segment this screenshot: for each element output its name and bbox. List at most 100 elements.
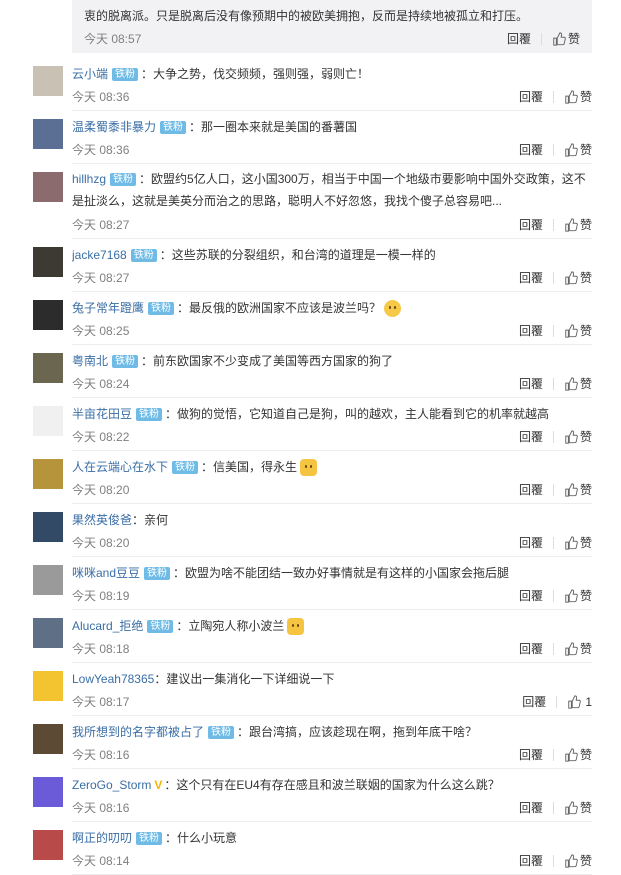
- reply-button[interactable]: 回覆: [519, 799, 543, 816]
- avatar[interactable]: [33, 66, 63, 96]
- reply-button[interactable]: 回覆: [519, 640, 543, 657]
- username-link[interactable]: 啊正的叨叨: [72, 829, 132, 847]
- comment-meta: 今天 08:36 回覆 赞: [72, 141, 592, 158]
- comment-time: 今天 08:16: [72, 748, 130, 762]
- reply-button[interactable]: 回覆: [519, 269, 543, 286]
- username-link[interactable]: jacke7168: [72, 246, 127, 264]
- comment-time: 今天 08:27: [72, 271, 130, 285]
- comment-time: 今天 08:20: [72, 483, 130, 497]
- comment-item: Alucard_拒绝 铁粉 ：立陶宛人称小波兰 今天 08:18 回覆 赞: [0, 610, 621, 663]
- reply-button[interactable]: 回覆: [519, 428, 543, 445]
- avatar[interactable]: [33, 512, 63, 542]
- comment-time: 今天 08:36: [72, 90, 130, 104]
- avatar[interactable]: [33, 247, 63, 277]
- reply-button[interactable]: 回覆: [519, 88, 543, 105]
- username-link[interactable]: 果然英俊爸: [72, 511, 132, 529]
- username-link[interactable]: 温柔蜀黍非暴力: [72, 118, 156, 136]
- reply-button[interactable]: 回覆: [522, 693, 546, 710]
- like-button[interactable]: 赞: [552, 30, 580, 47]
- fan-badge: 铁粉: [144, 566, 171, 580]
- fan-badge: 铁粉: [160, 120, 187, 134]
- comment-meta: 今天 08:18 回覆 赞: [72, 640, 592, 657]
- avatar[interactable]: [33, 565, 63, 595]
- username-link[interactable]: hillhzg: [72, 172, 106, 186]
- like-button[interactable]: 赞: [564, 88, 592, 105]
- comment-actions: 回覆 赞: [519, 375, 592, 392]
- like-button[interactable]: 赞: [564, 534, 592, 551]
- avatar[interactable]: [33, 459, 63, 489]
- avatar[interactable]: [33, 618, 63, 648]
- like-button[interactable]: 1: [567, 695, 592, 709]
- reply-button[interactable]: 回覆: [519, 322, 543, 339]
- comment-content: 半亩花田豆 铁粉 ：做狗的觉悟，它知道自己是狗，叫的越欢，主人能看到它的机率就越高: [72, 405, 592, 423]
- like-button[interactable]: 赞: [564, 587, 592, 604]
- username-link[interactable]: 半亩花田豆: [72, 405, 132, 423]
- comment-content: ZeroGo_Storm V ：这个只有在EU4有存在感且和波兰联姻的国家为什么这么…: [72, 776, 592, 794]
- comment-meta: 今天 08:25 回覆 赞: [72, 322, 592, 339]
- comment-meta: 今天 08:16 回覆 赞: [72, 746, 592, 763]
- avatar[interactable]: [33, 830, 63, 860]
- username-link[interactable]: 我所想到的名字都被占了: [72, 723, 204, 741]
- avatar[interactable]: [33, 724, 63, 754]
- thumbs-up-icon: [553, 31, 566, 46]
- avatar[interactable]: [33, 671, 63, 701]
- divider: [552, 589, 554, 602]
- comment-actions: 回覆 赞: [519, 428, 592, 445]
- comment-item: 粤南北 铁粉 ：前东欧国家不少变成了美国等西方国家的狗了 今天 08:24 回覆 赞: [0, 345, 621, 398]
- reply-button[interactable]: 回覆: [519, 481, 543, 498]
- username-link[interactable]: 兔子常年蹬鹰: [72, 299, 144, 317]
- username-link[interactable]: ZeroGo_Storm: [72, 776, 151, 794]
- comment-meta: 今天 08:36 回覆 赞: [72, 88, 592, 105]
- like-button[interactable]: 赞: [564, 481, 592, 498]
- reply-button[interactable]: 回覆: [519, 216, 543, 233]
- reply-button[interactable]: 回覆: [519, 141, 543, 158]
- comment-meta: 今天 08:27 回覆 赞: [72, 216, 592, 233]
- comment-meta: 今天 08:19 回覆 赞: [72, 587, 592, 604]
- avatar[interactable]: [33, 119, 63, 149]
- like-label: 赞: [579, 589, 592, 603]
- like-button[interactable]: 赞: [564, 141, 592, 158]
- comment-time: 今天 08:25: [72, 324, 130, 338]
- comment-text: ：最反俄的欧洲国家不应该是波兰吗？: [177, 301, 382, 315]
- thumbs-up-icon: [565, 323, 578, 338]
- avatar[interactable]: [33, 300, 63, 330]
- reply-button[interactable]: 回覆: [519, 587, 543, 604]
- divider: [540, 32, 542, 45]
- comment-meta: 今天 08:16 回覆 赞: [72, 799, 592, 816]
- comment-time: 今天 08:18: [72, 642, 130, 656]
- divider: [552, 642, 554, 655]
- comment-text: ：大争之势，伐交频频，强则强，弱则亡！: [141, 67, 370, 81]
- username-link[interactable]: Alucard_拒绝: [72, 617, 143, 635]
- reply-button[interactable]: 回覆: [519, 746, 543, 763]
- reply-button[interactable]: 回覆: [507, 30, 531, 47]
- username-link[interactable]: LowYeah78365: [72, 670, 154, 688]
- username-link[interactable]: 人在云端心在水下: [72, 458, 168, 476]
- comment-text: ：信美国，得永生: [201, 460, 298, 474]
- reply-button[interactable]: 回覆: [519, 852, 543, 869]
- like-button[interactable]: 赞: [564, 428, 592, 445]
- divider: [552, 377, 554, 390]
- reply-button[interactable]: 回覆: [519, 534, 543, 551]
- like-button[interactable]: 赞: [564, 746, 592, 763]
- divider: [552, 748, 554, 761]
- like-count: 1: [585, 694, 592, 709]
- username-link[interactable]: 咪咪and豆豆: [72, 564, 140, 582]
- avatar[interactable]: [33, 172, 63, 202]
- like-button[interactable]: 赞: [564, 322, 592, 339]
- fan-badge: 铁粉: [172, 460, 199, 474]
- reply-button[interactable]: 回覆: [519, 375, 543, 392]
- like-button[interactable]: 赞: [564, 799, 592, 816]
- like-button[interactable]: 赞: [564, 375, 592, 392]
- like-button[interactable]: 赞: [564, 852, 592, 869]
- avatar[interactable]: [33, 353, 63, 383]
- username-link[interactable]: 云小端: [72, 65, 108, 83]
- like-button[interactable]: 赞: [564, 640, 592, 657]
- like-button[interactable]: 赞: [564, 216, 592, 233]
- comment-text: ：欧盟为啥不能团结一致办好事情就是有这样的小国家会拖后腿: [173, 566, 510, 580]
- username-link[interactable]: 粤南北: [72, 352, 108, 370]
- comment-actions: 回覆 赞: [519, 534, 592, 551]
- avatar[interactable]: [33, 777, 63, 807]
- thumbs-up-icon: [565, 217, 578, 232]
- avatar[interactable]: [33, 406, 63, 436]
- like-button[interactable]: 赞: [564, 269, 592, 286]
